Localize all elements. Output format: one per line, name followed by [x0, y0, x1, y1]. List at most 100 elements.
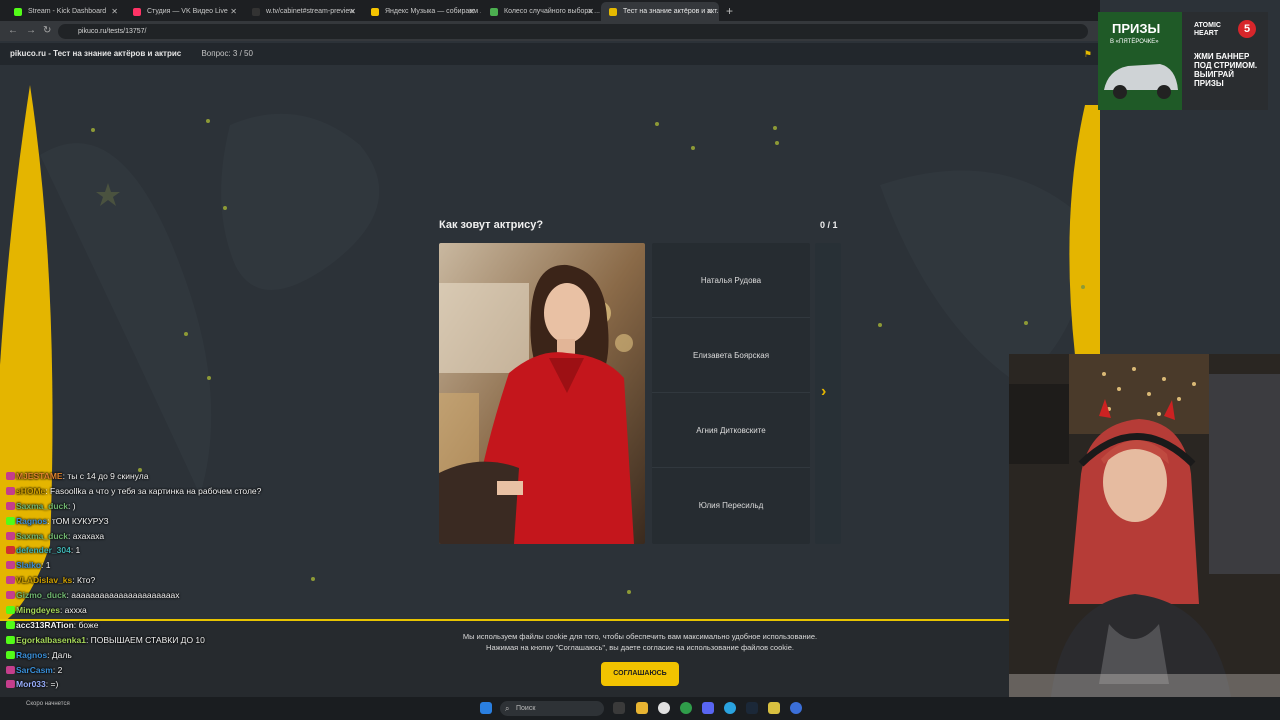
chat-username[interactable]: Ragnos — [16, 516, 47, 526]
chat-badge-icon — [6, 606, 15, 615]
chat-username[interactable]: defender_304 — [16, 545, 71, 555]
ad-banner[interactable]: ПРИЗЫ В «ПЯТЁРОЧКЕ» ATOMIC HEART 5 ЖМИ Б… — [1098, 12, 1268, 110]
address-bar[interactable]: pikuco.ru/tests/13757/ — [58, 24, 1088, 39]
chat-badge-icon — [6, 680, 15, 689]
chat-username[interactable]: Mor033 — [16, 679, 46, 689]
tab-favicon-icon — [490, 8, 498, 16]
chat-badge-icon — [6, 635, 15, 644]
discord-icon[interactable] — [702, 702, 714, 714]
browser-tabbar: Stream - Kick Dashboard ✕ Студия — VK Виде… — [0, 0, 1100, 21]
question-counter: Вопрос: 3 / 50 — [201, 49, 253, 58]
browser-tab[interactable]: Студия — VK Видео Live ✕ — [125, 2, 243, 21]
answer-option[interactable]: Агния Дитковските — [652, 393, 810, 468]
close-tab-icon[interactable]: ✕ — [587, 2, 594, 21]
webcam-feed — [1009, 354, 1280, 720]
chat-username[interactable]: acc313RATion — [16, 620, 74, 630]
chat-text: ПОВЫШАЕМ СТАВКИ ДО 10 — [90, 634, 205, 645]
browser-tab[interactable]: Колесо случайного выбора ... ✕ — [482, 2, 600, 21]
chat-username[interactable]: VLADislav_ks — [16, 575, 72, 585]
chat-message: Mor033: =) — [6, 677, 406, 692]
lock-icon[interactable] — [768, 702, 780, 714]
tab-favicon-icon — [371, 8, 379, 16]
chat-username[interactable]: Saxma_duck — [16, 501, 68, 511]
telegram-icon[interactable] — [724, 702, 736, 714]
app-icon[interactable] — [790, 702, 802, 714]
taskbar-search-label: Поиск — [516, 705, 536, 712]
chat-text: Даль — [51, 649, 72, 660]
start-icon[interactable] — [480, 702, 492, 714]
chat-text: =) — [50, 679, 59, 690]
chat-text: тОМ КУКУРУЗ — [51, 515, 109, 526]
close-tab-icon[interactable]: ✕ — [111, 2, 118, 21]
chat-message: Ragnos: тОМ КУКУРУЗ — [6, 514, 406, 529]
chat-username[interactable]: Egorkalbasenka1 — [16, 635, 86, 645]
file-explorer-icon[interactable] — [636, 702, 648, 714]
chat-message: acc313RATion: боже — [6, 618, 406, 633]
reload-icon[interactable]: ↻ — [43, 25, 51, 36]
chat-username[interactable]: Mingdeyes — [16, 605, 60, 615]
bookmark-icon[interactable]: ⚑ — [1084, 43, 1092, 65]
chat-message: sHOMe: Fasoollka а что у тебя за картинк… — [6, 484, 406, 499]
taskbar-notification[interactable]: Скоро начнется — [26, 700, 70, 708]
cookie-text: Мы используем файлы cookie для того, что… — [440, 631, 840, 653]
tab-label: Яндекс Музыка — собираем ... — [385, 8, 481, 15]
chat-text: Кто? — [76, 575, 96, 586]
chat-username[interactable]: Slaiko — [16, 560, 41, 570]
chat-username[interactable]: Gizmo_duck — [16, 590, 67, 600]
answer-option[interactable]: Юлия Пересильд — [652, 468, 810, 543]
chat-username[interactable]: MJESTAME — [16, 471, 63, 481]
ad-brand-bottom: HEART — [1194, 30, 1219, 37]
chat-message: Egorkalbasenka1: ПОВЫШАЕМ СТАВКИ ДО 10 — [6, 633, 406, 648]
chat-badge-icon — [6, 501, 15, 510]
quiz-score: 0 / 1 — [820, 220, 838, 230]
close-tab-icon[interactable]: ✕ — [706, 2, 713, 21]
close-tab-icon[interactable]: ✕ — [230, 2, 237, 21]
windows-taskbar: Скоро начнется ⌕ Поиск — [0, 697, 1280, 720]
chrome-icon[interactable] — [680, 702, 692, 714]
chat-username[interactable]: Ragnos — [16, 650, 47, 660]
browser-toolbar: ← → ↻ pikuco.ru/tests/13757/ — [0, 21, 1100, 41]
answer-option[interactable]: Елизавета Боярская — [652, 318, 810, 393]
tab-label: w.tv/cabinet#stream-preview — [266, 8, 355, 15]
browser-tab[interactable]: w.tv/cabinet#stream-preview ✕ — [244, 2, 362, 21]
browser-tab[interactable]: Stream - Kick Dashboard ✕ — [6, 2, 124, 21]
steam-icon[interactable] — [746, 702, 758, 714]
chat-message: Gizmo_duck: аааааааааааааааааааааах — [6, 588, 406, 603]
ad-brand: ATOMIC HEART — [1194, 22, 1221, 38]
site-brand[interactable]: pikuco.ru - Тест на знание актёров и акт… — [10, 49, 181, 58]
obs-icon[interactable] — [658, 702, 670, 714]
chat-text: ты с 14 до 9 скинула — [67, 471, 149, 481]
forward-icon[interactable]: → — [26, 25, 36, 36]
chat-message: Ragnos: Даль — [6, 648, 406, 663]
answer-list: Наталья Рудова Елизавета Боярская Агния Ди… — [652, 243, 810, 544]
chat-text: 1 — [45, 560, 51, 571]
tab-label: Тест на знание актёров и акт... — [623, 8, 719, 15]
chat-text: ) — [72, 500, 76, 511]
next-arrow-icon[interactable]: › — [821, 383, 826, 401]
new-tab-button[interactable]: + — [720, 2, 733, 21]
answer-option[interactable]: Наталья Рудова — [652, 243, 810, 318]
ad-badge: 5 — [1238, 20, 1256, 38]
chat-badge-icon — [6, 591, 15, 600]
browser-tab[interactable]: Тест на знание актёров и акт... ✕ — [601, 2, 719, 21]
tab-favicon-icon — [609, 8, 617, 16]
back-icon[interactable]: ← — [8, 25, 18, 36]
taskbar-search[interactable]: ⌕ Поиск — [500, 701, 604, 716]
task-view-icon[interactable] — [613, 702, 625, 714]
close-tab-icon[interactable]: ✕ — [349, 2, 356, 21]
chat-username[interactable]: SarCasm — [16, 665, 53, 675]
ad-title: ПРИЗЫ — [1112, 21, 1161, 36]
chat-badge-icon — [6, 561, 15, 570]
chat-badge-icon — [6, 620, 15, 629]
cookie-accept-button[interactable]: СОГЛАШАЮСЬ — [601, 662, 679, 686]
chat-text: 1 — [75, 545, 81, 556]
browser-tab[interactable]: Яндекс Музыка — собираем ... ✕ — [363, 2, 481, 21]
chat-badge-icon — [6, 546, 15, 555]
close-tab-icon[interactable]: ✕ — [468, 2, 475, 21]
site-header: pikuco.ru - Тест на знание актёров и акт… — [0, 43, 1100, 65]
chat-username[interactable]: sHOMe — [16, 486, 45, 496]
chat-message: Saxma_duck: ахахаха — [6, 529, 406, 544]
next-question-panel[interactable] — [815, 243, 841, 544]
tab-label: Stream - Kick Dashboard — [28, 8, 107, 15]
chat-username[interactable]: Saxma_duck — [16, 531, 68, 541]
